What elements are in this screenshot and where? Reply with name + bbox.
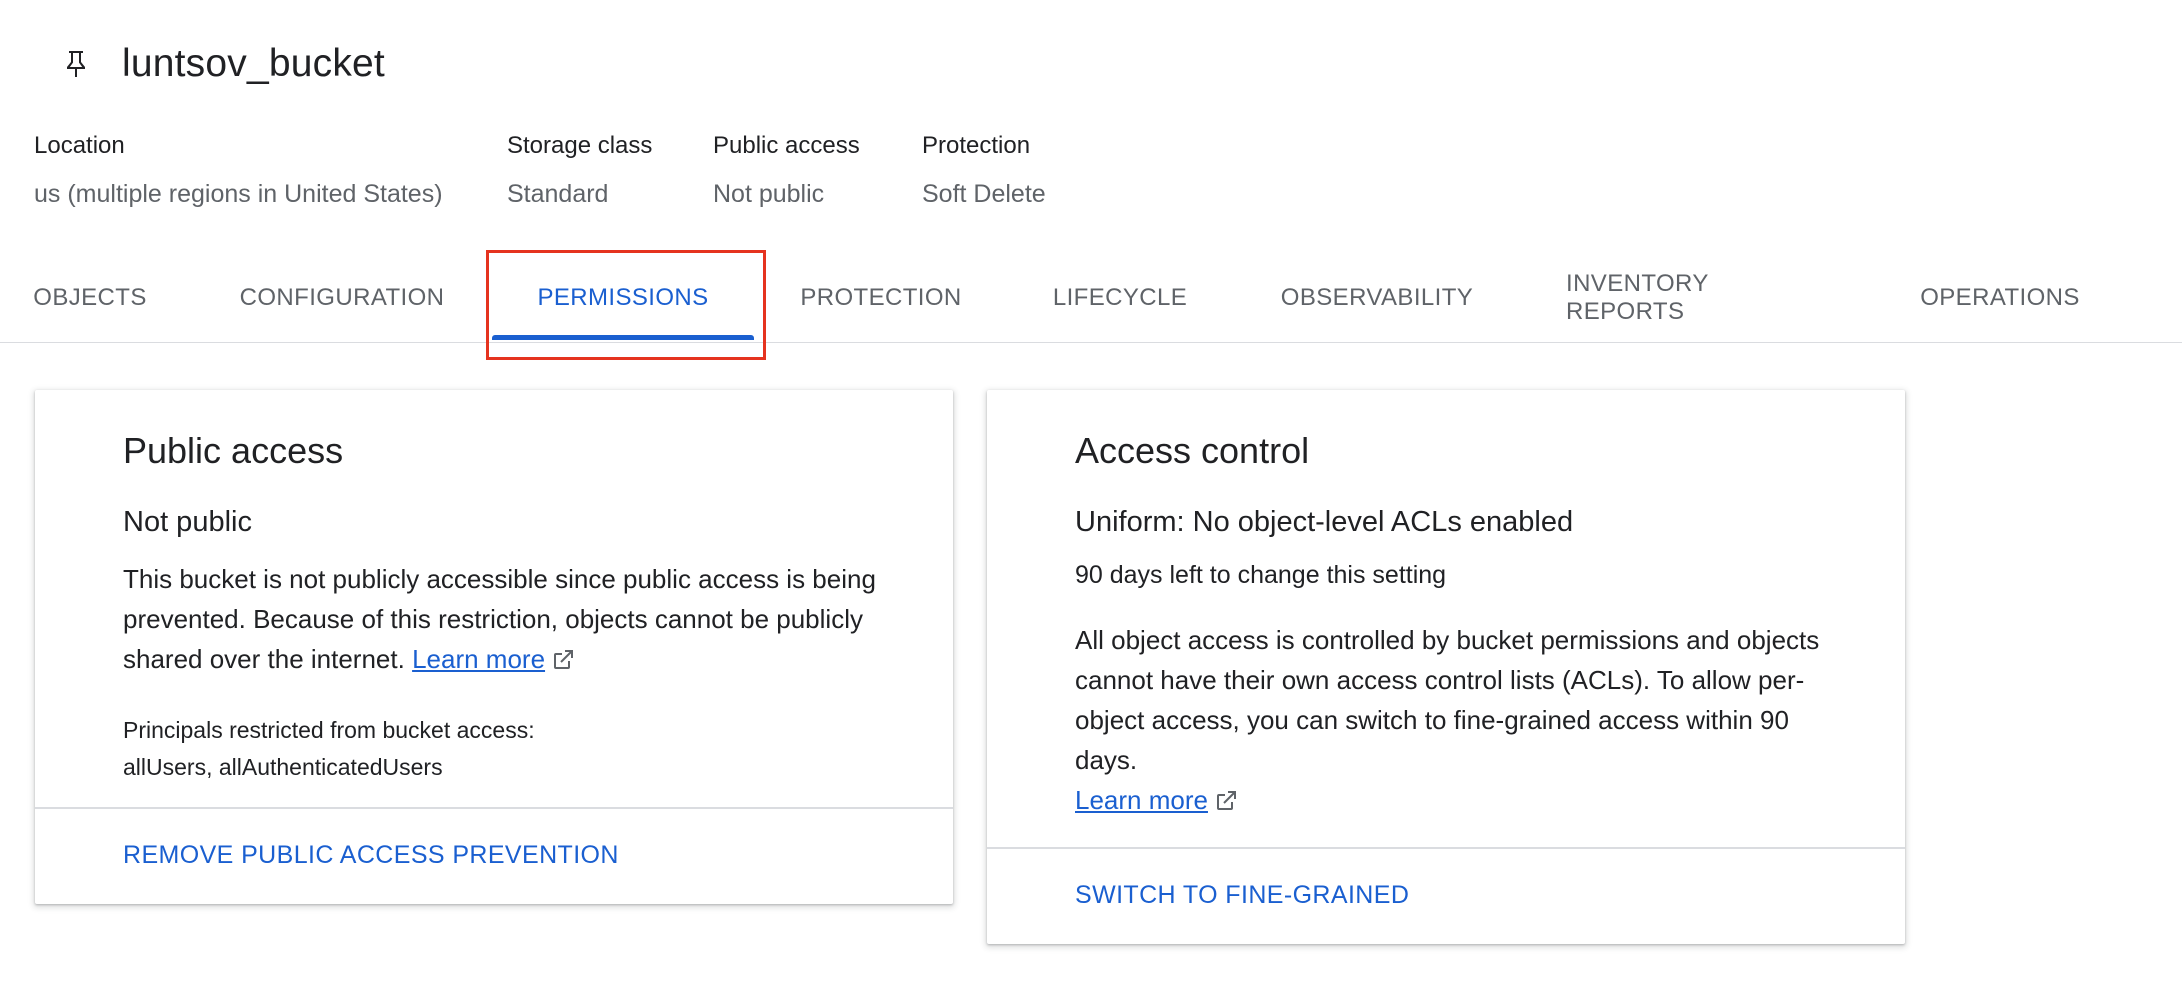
access-control-card: Access control Uniform: No object-level … (987, 390, 1905, 944)
card-divider (987, 847, 1905, 849)
tab-objects[interactable]: OBJECTS (33, 254, 146, 342)
bucket-details-page: luntsov_bucket Location us (multiple reg… (0, 0, 2182, 986)
pin-icon[interactable] (56, 44, 96, 84)
card-title: Public access (123, 430, 344, 471)
meta-public-access: Public access Not public (713, 128, 922, 212)
public-access-status: Not public (123, 506, 252, 538)
tab-permissions[interactable]: PERMISSIONS (492, 254, 754, 342)
meta-label: Protection (922, 132, 1031, 159)
public-access-card: Public access Not public This bucket is … (35, 390, 953, 904)
meta-value: Not public (713, 180, 825, 208)
card-divider (35, 807, 953, 809)
tab-observability[interactable]: OBSERVABILITY (1279, 254, 1475, 342)
external-link-icon[interactable] (551, 643, 575, 683)
bucket-metadata: Location us (multiple regions in United … (34, 128, 1142, 212)
tab-configuration[interactable]: CONFIGURATION (240, 254, 444, 342)
active-tab-indicator (492, 335, 754, 340)
tab-protection[interactable]: PROTECTION (800, 254, 961, 342)
meta-label: Storage class (507, 132, 653, 159)
page-header: luntsov_bucket (34, 34, 385, 94)
meta-value: Standard (507, 180, 609, 208)
principals-label: Principals restricted from bucket access… (123, 717, 535, 743)
tab-lifecycle[interactable]: LIFECYCLE (1053, 254, 1187, 342)
principals-value: allUsers, allAuthenticatedUsers (123, 754, 443, 780)
switch-to-fine-grained-button[interactable]: SWITCH TO FINE-GRAINED (1075, 881, 1409, 910)
tab-operations[interactable]: OPERATIONS (1920, 254, 2080, 342)
meta-storage-class: Storage class Standard (507, 128, 713, 212)
public-access-description: This bucket is not publicly accessible s… (123, 559, 893, 683)
access-control-status: Uniform: No object-level ACLs enabled (1075, 506, 1574, 538)
public-access-content: Public access Not public This bucket is … (123, 430, 893, 781)
meta-protection: Protection Soft Delete (922, 128, 1142, 212)
page-title: luntsov_bucket (122, 42, 385, 85)
meta-value: us (multiple regions in United States) (34, 180, 443, 208)
access-control-description: All object access is controlled by bucke… (1075, 620, 1845, 824)
tab-inventory-reports[interactable]: INVENTORY REPORTS (1566, 254, 1826, 342)
meta-label: Public access (713, 132, 860, 159)
meta-location: Location us (multiple regions in United … (34, 128, 507, 212)
remove-public-access-prevention-button[interactable]: REMOVE PUBLIC ACCESS PREVENTION (123, 841, 619, 870)
learn-more-link[interactable]: Learn more (1075, 785, 1208, 815)
tab-bar: OBJECTS CONFIGURATION PERMISSIONS PROTEC… (0, 254, 2182, 343)
days-left-notice: 90 days left to change this setting (1075, 561, 1447, 589)
learn-more-link[interactable]: Learn more (412, 644, 545, 674)
external-link-icon[interactable] (1214, 784, 1238, 824)
description-text: All object access is controlled by bucke… (1075, 625, 1820, 775)
access-control-content: Access control Uniform: No object-level … (1075, 430, 1845, 824)
meta-label: Location (34, 132, 125, 159)
meta-value: Soft Delete (922, 180, 1046, 208)
card-title: Access control (1075, 430, 1310, 471)
